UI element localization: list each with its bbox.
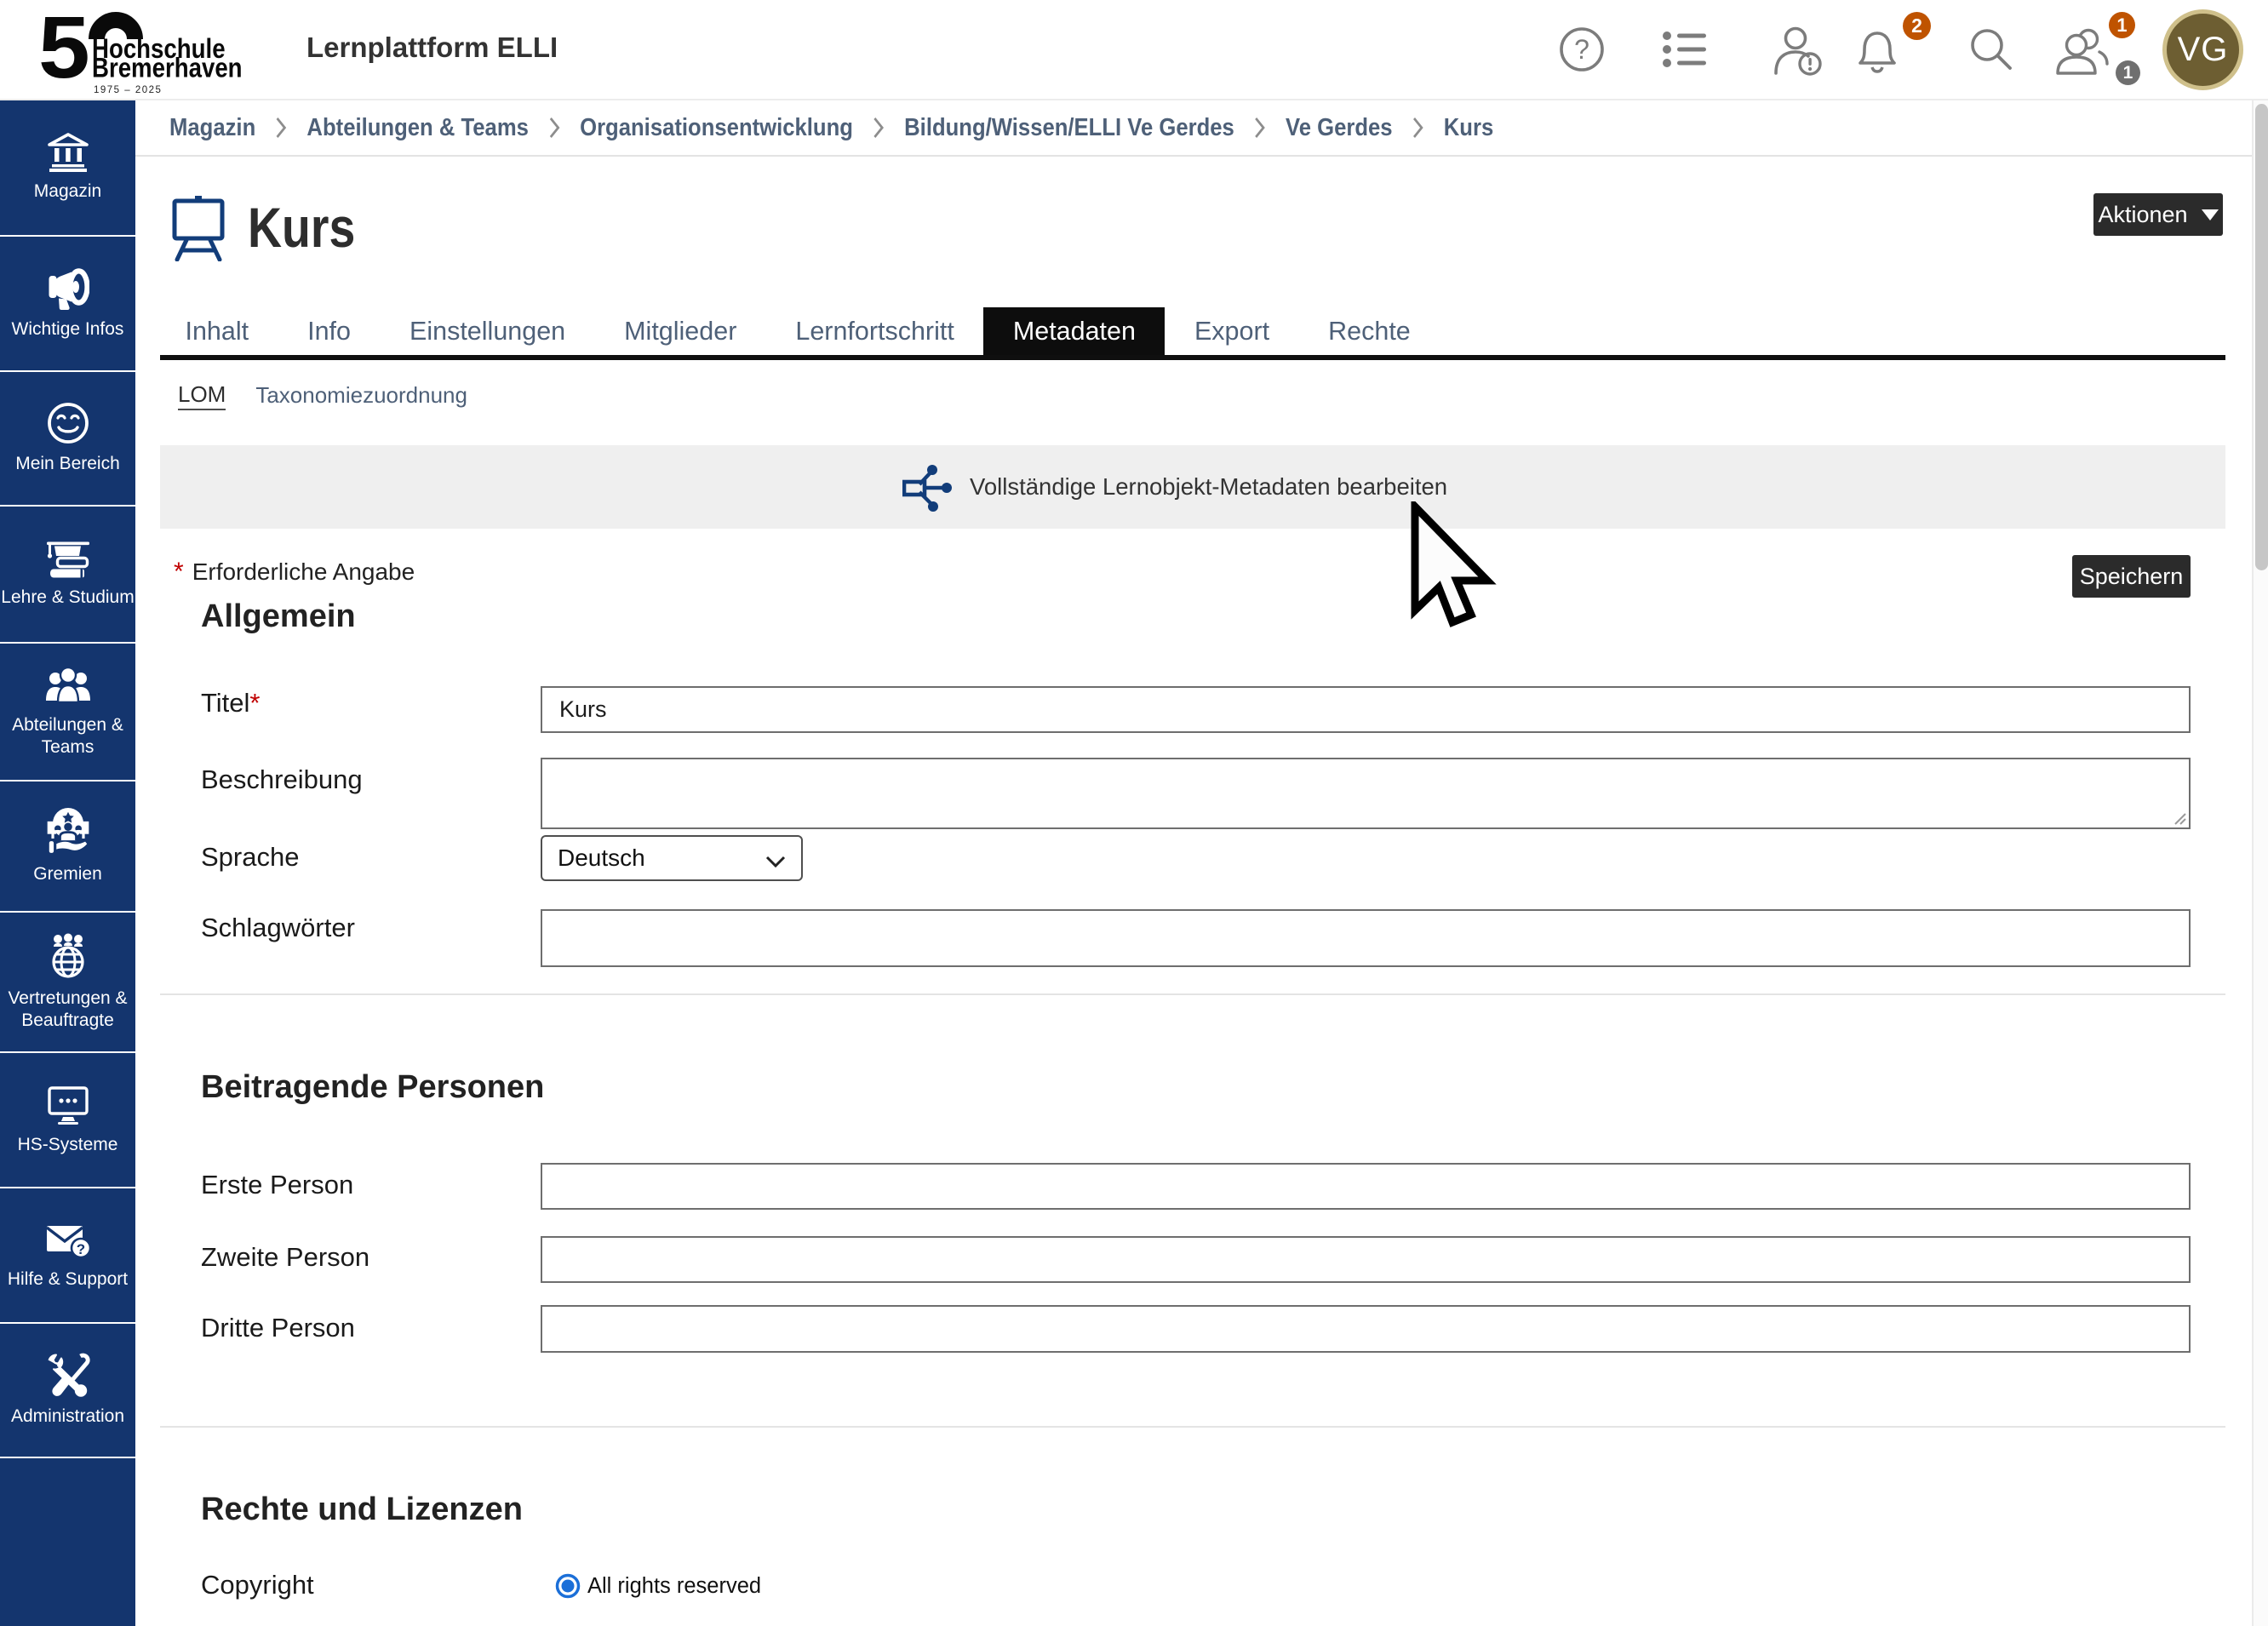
svg-text:5: 5 [38,7,90,95]
svg-text:?: ? [1574,34,1589,65]
svg-text:?: ? [76,1241,84,1257]
svg-text:Bremerhaven: Bremerhaven [92,53,243,83]
svg-text:1975 – 2025: 1975 – 2025 [94,85,162,95]
